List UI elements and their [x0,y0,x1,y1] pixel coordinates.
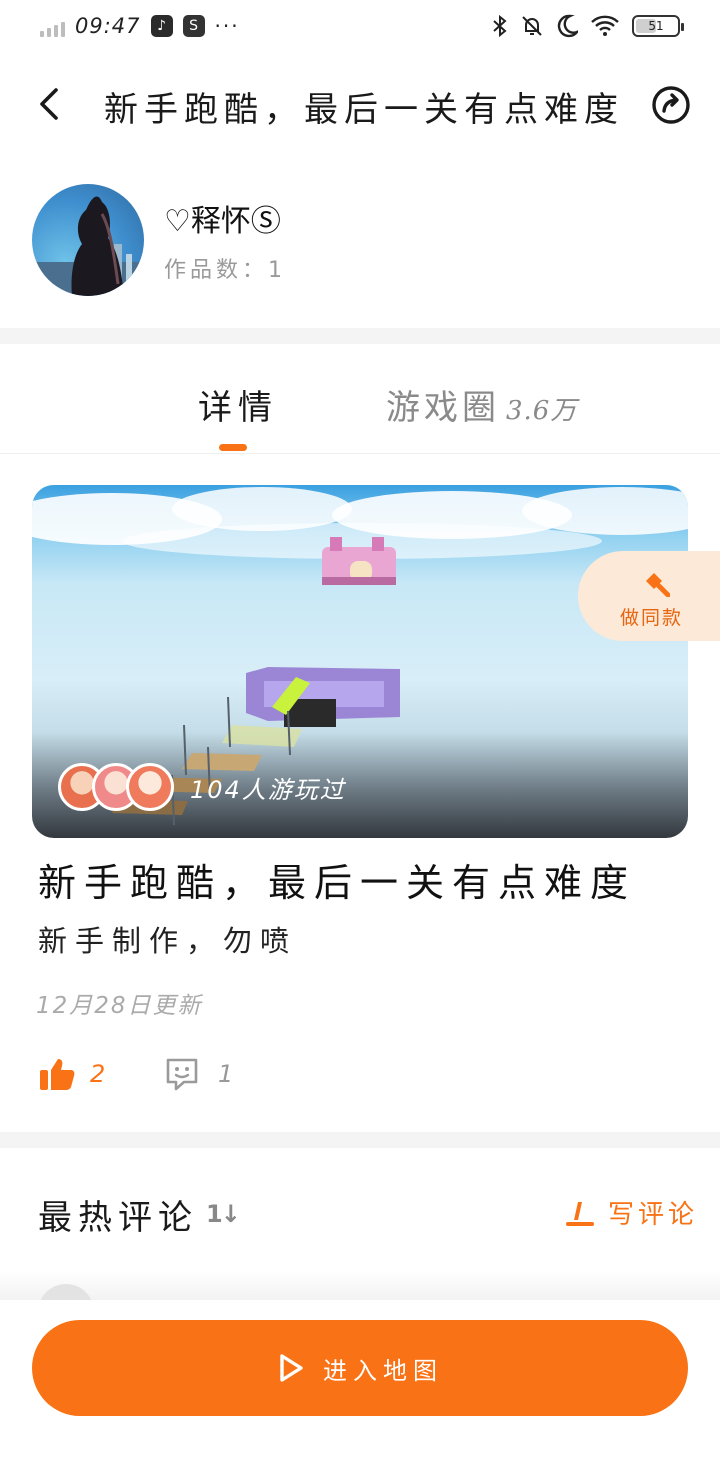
s-app-icon: S [182,15,205,37]
battery-level: 51 [648,19,664,33]
page-title: 新手跑酷，最后一关有点难度 [104,90,624,130]
signal-icon [40,15,65,37]
bluetooth-icon [493,14,507,38]
like-count: 2 [90,1060,106,1088]
like-button[interactable]: 2 [38,1056,105,1092]
status-time: 09:47 [75,14,141,38]
enter-map-button[interactable]: 进入地图 [32,1320,688,1416]
enter-map-label: 进入地图 [323,1356,443,1385]
action-row: 2 1 [38,1056,338,1100]
map-title: 新手跑酷，最后一关有点难度 [38,861,637,905]
hot-comments-title: 最热评论 [38,1198,198,1238]
comment-count: 1 [218,1060,234,1088]
comment-icon [166,1058,198,1091]
thumbs-up-icon [40,1059,75,1090]
make-same-button[interactable]: 做同款 [578,551,720,641]
chevron-left-icon [40,88,58,120]
wifi-icon [591,15,619,36]
more-notifications-icon: ··· [214,14,240,38]
comment-button[interactable]: 1 [164,1056,233,1092]
played-count: 104人游玩过 [190,775,346,804]
bottom-bar: 进入地图 [0,1300,720,1460]
played-by: 104人游玩过 [58,763,346,811]
update-date: 12月28日更新 [36,993,203,1019]
comment-preview [0,1270,720,1340]
author-name: ♡释怀Ⓢ [164,204,281,239]
map-description: 新手制作，勿喷 [38,924,298,958]
battery-icon: 51 [632,15,684,37]
hammer-icon [646,573,670,597]
moon-icon [557,14,578,38]
divider [0,328,720,344]
sort-icon[interactable]: 1↓ [206,1200,241,1228]
status-bar: 09:47 ♪ S ··· 51 [0,0,720,56]
tab-game-circle-label: 游戏圈 [386,388,500,428]
share-icon [652,86,690,124]
hot-comments-header: 最热评论 1↓ 写评论 [0,1150,720,1270]
author-card[interactable]: ♡释怀Ⓢ 作品数：1 [0,182,720,302]
divider [0,1132,720,1148]
back-button[interactable] [30,84,70,124]
tiktok-icon: ♪ [150,15,173,37]
mute-bell-icon [522,16,542,36]
make-same-label: 做同款 [620,607,684,629]
avatar[interactable] [32,184,144,296]
header: 新手跑酷，最后一关有点难度 [0,66,720,142]
write-comment-button[interactable]: 写评论 [564,1194,698,1231]
tab-game-circle[interactable]: 游戏圈 3.6万 [386,380,577,429]
map-preview[interactable]: 104人游玩过 [32,485,688,838]
player-avatar [126,763,174,811]
pen-icon [565,1201,594,1226]
play-icon [280,1354,303,1382]
tab-game-circle-count: 3.6万 [506,396,578,426]
write-comment-label: 写评论 [607,1200,698,1230]
share-button[interactable] [650,84,692,126]
tab-bar: 详情 游戏圈 3.6万 [0,344,720,454]
author-works-count: 作品数：1 [164,258,286,283]
tab-detail[interactable]: 详情 [198,380,278,429]
active-tab-indicator [219,444,247,451]
